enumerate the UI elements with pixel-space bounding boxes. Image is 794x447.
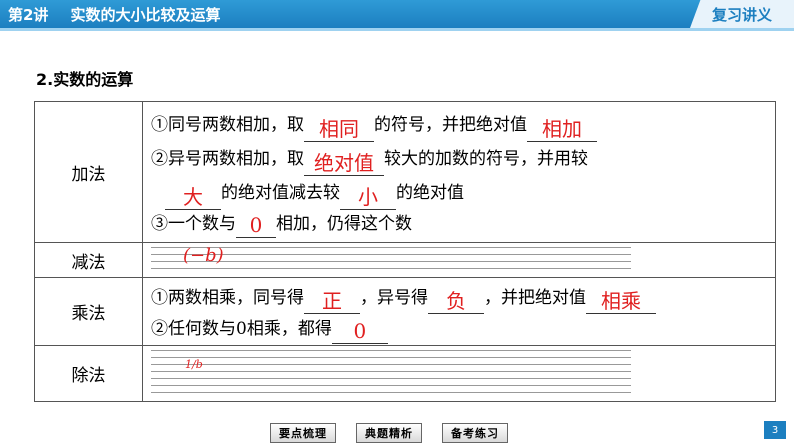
answer-note: 1/b	[185, 358, 203, 371]
text: 相加，仍得这个数	[276, 214, 412, 234]
answer-blank: 大	[165, 185, 221, 210]
row-label-division: 除法	[35, 346, 143, 401]
header-divider	[0, 28, 794, 31]
multiplication-content: ①两数相乘，同号得正，异号得负，并把绝对值 相乘 ②任何数与0相乘，都得 0	[151, 282, 769, 344]
nav-button-examples[interactable]: 典题精析	[356, 423, 422, 443]
answer-blank: 负	[428, 289, 484, 314]
page-number-icon[interactable]: 3	[764, 421, 786, 439]
answer-note: (−b)	[183, 245, 224, 266]
text: 的绝对值	[396, 183, 464, 203]
text: ，异号得	[360, 288, 428, 308]
addition-content: ①同号两数相加，取 相同 的符号，并把绝对值 相加 ②异号两数相加，取 绝对值 较大的加数…	[151, 108, 769, 238]
review-tag: 复习讲义	[690, 0, 794, 28]
answer-blank: 绝对值	[304, 151, 384, 176]
answer-blank: 小	[340, 185, 396, 210]
table-row-addition: 加法 ①同号两数相加，取 相同 的符号，并把绝对值 相加 ②异号两数相加，取 绝对值 较大…	[35, 102, 775, 243]
text: ②异号两数相加，取	[151, 149, 304, 169]
thumbnail-preview	[151, 348, 631, 398]
text: 的符号，并把绝对值	[374, 115, 527, 135]
table-row-division: 除法 1/b	[35, 346, 775, 401]
header-bar: 第2讲 实数的大小比较及运算 复习讲义	[0, 0, 794, 28]
row-label-multiplication: 乘法	[35, 278, 143, 345]
text: ②任何数与0相乘，都得	[151, 319, 332, 339]
answer-blank: 0	[236, 213, 276, 238]
review-tag-label: 复习讲义	[711, 5, 772, 24]
answer-blank: 正	[304, 289, 360, 314]
nav-button-practice[interactable]: 备考练习	[442, 423, 508, 443]
text: 较大的加数的符号，并用较	[384, 149, 588, 169]
lecture-title: 实数的大小比较及运算	[70, 5, 221, 24]
section-title: 2.实数的运算	[36, 70, 134, 89]
operations-table: 加法 ①同号两数相加，取 相同 的符号，并把绝对值 相加 ②异号两数相加，取 绝对值 较大…	[34, 101, 776, 402]
text: ，并把绝对值	[484, 288, 586, 308]
answer-blank: 相加	[527, 117, 597, 142]
text: ①同号两数相加，取	[151, 115, 304, 135]
text: ③一个数与	[151, 214, 236, 234]
table-row-multiplication: 乘法 ①两数相乘，同号得正，异号得负，并把绝对值 相乘 ②任何数与0相乘，都得 0	[35, 278, 775, 346]
answer-blank: 相同	[304, 117, 374, 142]
text: ①两数相乘，同号得	[151, 288, 304, 308]
table-row-subtraction: 减法 (−b)	[35, 243, 775, 278]
row-label-subtraction: 减法	[35, 243, 143, 277]
lecture-number: 第2讲	[8, 5, 49, 24]
text: 的绝对值减去较	[221, 183, 340, 203]
row-label-addition: 加法	[35, 102, 143, 242]
answer-blank: 相乘	[586, 289, 656, 314]
answer-blank: 0	[331, 319, 388, 344]
footer-nav: 要点梳理 典题精析 备考练习	[270, 423, 508, 443]
nav-button-key-points[interactable]: 要点梳理	[270, 423, 336, 443]
